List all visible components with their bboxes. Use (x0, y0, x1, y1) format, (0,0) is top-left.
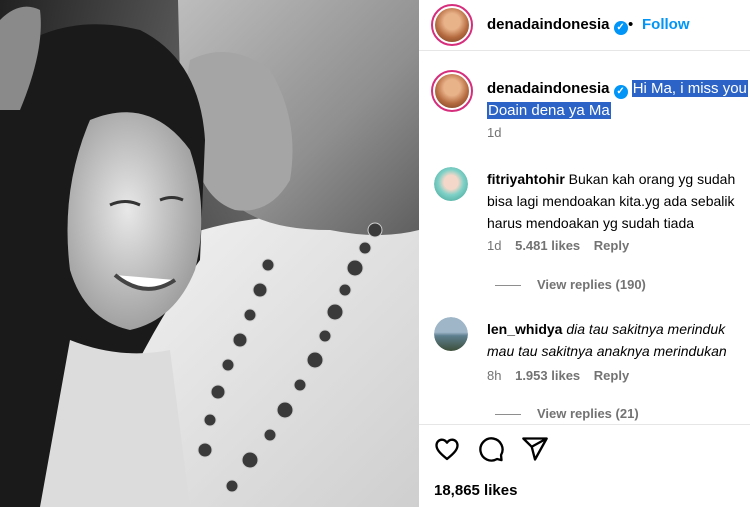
post-panel: denadaindonesia ✓ • Follow denadaindonesi… (419, 0, 750, 507)
post-photo[interactable] (0, 0, 419, 507)
view-replies-line (495, 414, 521, 416)
action-bar (419, 424, 750, 473)
caption-username[interactable]: denadaindonesia ✓ (487, 80, 628, 99)
view-replies-button[interactable]: View replies (21) (495, 406, 639, 421)
comment-2: len_whidya dia tau sakitnya merinduk mau… (487, 318, 750, 362)
comment-username[interactable]: len_whidya (487, 321, 562, 337)
author-avatar[interactable] (431, 4, 473, 46)
verified-badge-icon: ✓ (613, 85, 628, 99)
comment-1: fitriyahtohir Bukan kah orang yg sudah b… (487, 168, 750, 234)
follow-button[interactable]: Follow (642, 16, 690, 33)
caption-time: 1d (487, 125, 502, 140)
view-replies-button[interactable]: View replies (190) (495, 277, 646, 292)
comment-text: mau tau sakitnya anaknya merindukan (487, 343, 727, 359)
post-caption: denadaindonesia ✓ Hi Ma, i miss you Doain… (487, 78, 750, 122)
comment-2-meta: 8h 1.953 likes Reply (487, 368, 629, 383)
comment-username[interactable]: fitriyahtohir (487, 171, 565, 187)
comment-time: 1d (487, 238, 502, 253)
post-header: denadaindonesia ✓ • Follow (419, 0, 750, 51)
comment-text: Bukan kah orang yg sudah (568, 171, 736, 187)
comment-text: harus mendoakan yg sudah tiada (487, 215, 695, 231)
comment-text: dia tau sakitnya merinduk (566, 321, 726, 337)
caption-text-line2: Doain dena ya Ma (487, 102, 611, 119)
comment-icon[interactable] (477, 435, 505, 463)
caption-author-avatar[interactable] (431, 70, 473, 112)
comment-text: bisa lagi mendoakan kita.yg ada sebalik (487, 193, 735, 209)
heart-icon[interactable] (433, 435, 461, 463)
reply-button[interactable]: Reply (594, 238, 629, 253)
comment-time: 8h (487, 368, 502, 383)
photo-image (0, 0, 419, 507)
author-username[interactable]: denadaindonesia ✓ (487, 16, 628, 35)
comment-1-meta: 1d 5.481 likes Reply (487, 238, 629, 253)
comment-likes[interactable]: 1.953 likes (515, 368, 580, 383)
like-count[interactable]: 18,865 likes (434, 482, 517, 499)
caption-text-line1: Hi Ma, i miss you (631, 80, 748, 97)
separator-dot: • (628, 16, 634, 33)
verified-badge-icon: ✓ (613, 21, 628, 35)
commenter-avatar[interactable] (434, 317, 468, 351)
comment-likes[interactable]: 5.481 likes (515, 238, 580, 253)
commenter-avatar[interactable] (434, 167, 468, 201)
view-replies-line (495, 285, 521, 287)
share-icon[interactable] (521, 435, 549, 463)
reply-button[interactable]: Reply (594, 368, 629, 383)
